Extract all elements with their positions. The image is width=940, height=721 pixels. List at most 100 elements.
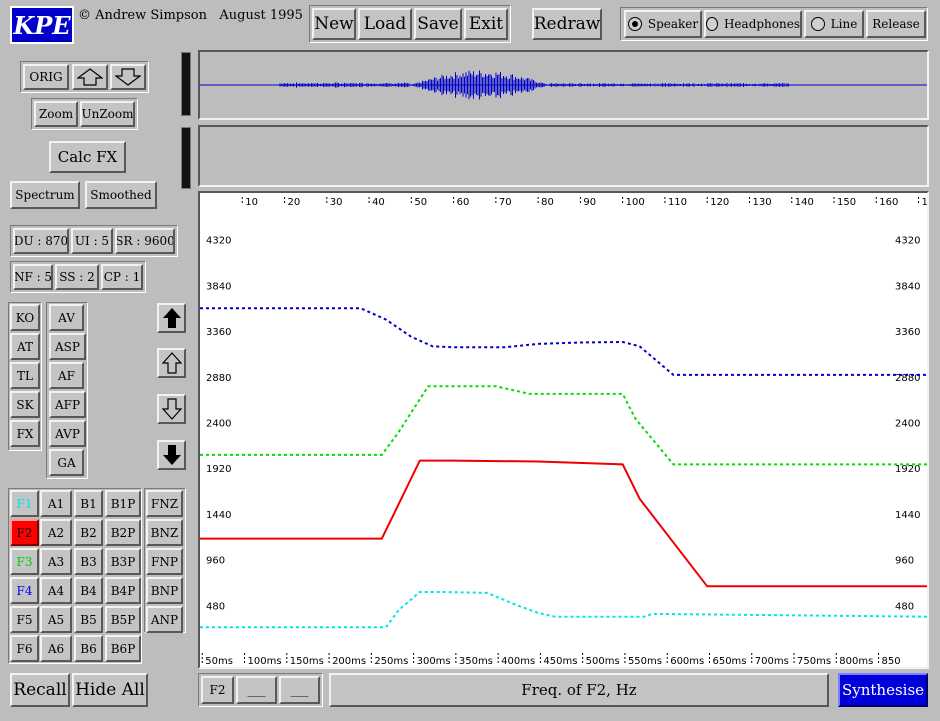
param-sk-button[interactable]: SK [10, 391, 40, 418]
info-du: DU : 870 [13, 228, 69, 254]
param-a5-button[interactable]: A5 [40, 606, 72, 633]
y-tick-label-left: 2400 [206, 418, 231, 429]
synthesise-button[interactable]: Synthesise [838, 673, 928, 707]
waveform-panel[interactable] [198, 50, 929, 120]
y-tick-label-left: 4320 [206, 236, 231, 247]
headphones-radio[interactable]: Headphones [704, 10, 802, 38]
decrease-large-button[interactable] [157, 440, 186, 470]
info-nf: NF : 5 [13, 264, 53, 290]
spectrum-button[interactable]: Spectrum [10, 181, 80, 209]
series-f1-line[interactable] [200, 591, 927, 629]
param-at-button[interactable]: AT [10, 333, 40, 360]
param-afp-button[interactable]: AFP [49, 391, 86, 418]
param-fx-button[interactable]: FX [10, 420, 40, 447]
scroll-down-button[interactable] [110, 64, 146, 90]
top-tick-label: 130 [752, 197, 771, 208]
param-b5p-button[interactable]: B5P [105, 606, 141, 633]
y-tick-label-right: 3840 [895, 281, 920, 292]
release-button[interactable]: Release [866, 10, 926, 38]
bottom-tick-label: 400ms [501, 656, 535, 667]
param-fnz-button[interactable]: FNZ [146, 490, 183, 517]
y-tick-label-right: 3360 [895, 327, 920, 338]
y-tick-label-left: 1440 [206, 510, 231, 521]
param-avp-button[interactable]: AVP [49, 420, 86, 447]
calc-fx-button[interactable]: Calc FX [49, 141, 126, 173]
top-tick-label: 10 [245, 197, 258, 208]
y-tick-label-right: 480 [895, 601, 914, 612]
param-ko-button[interactable]: KO [10, 304, 40, 331]
increase-small-button[interactable] [157, 348, 186, 378]
decrease-small-button[interactable] [157, 394, 186, 424]
parameter-plot-panel[interactable]: 10 20 30 40 50 60 70 80 90 100 110 120 130 140 150 160 1… [198, 191, 929, 669]
top-tick-label: 140 [795, 197, 814, 208]
param-b4p-button[interactable]: B4P [105, 577, 141, 604]
param-slot-1[interactable]: F2 [201, 676, 234, 704]
smoothed-button[interactable]: Smoothed [85, 181, 157, 209]
param-b1-button[interactable]: B1 [74, 490, 103, 517]
param-a6-button[interactable]: A6 [40, 635, 72, 662]
param-bnp-button[interactable]: BNP [146, 577, 183, 604]
param-f1-button[interactable]: F1 [10, 490, 39, 517]
param-b1p-button[interactable]: B1P [105, 490, 141, 517]
param-asp-button[interactable]: ASP [49, 333, 86, 360]
unzoom-button[interactable]: UnZoom [80, 101, 135, 127]
param-f5-button[interactable]: F5 [10, 606, 39, 633]
arrow-down-outline-icon [115, 68, 141, 86]
param-a3-button[interactable]: A3 [40, 548, 72, 575]
series-f4-line[interactable] [200, 307, 927, 376]
param-af-button[interactable]: AF [49, 362, 84, 389]
y-tick-label-left: 960 [206, 556, 225, 567]
param-a1-button[interactable]: A1 [40, 490, 72, 517]
line-radio[interactable]: Line [804, 10, 864, 38]
param-f6-button[interactable]: F6 [10, 635, 39, 662]
save-button[interactable]: Save [414, 8, 462, 40]
zoom-button[interactable]: Zoom [34, 101, 78, 127]
param-slot-3[interactable]: ___ [279, 676, 320, 704]
spectrum-panel[interactable] [198, 125, 929, 187]
series-f2-line[interactable] [200, 459, 927, 588]
orig-button[interactable]: ORIG [23, 64, 69, 90]
y-tick-label-right: 1920 [895, 464, 920, 475]
param-fnp-button[interactable]: FNP [146, 548, 183, 575]
bottom-tick-label: 650ms [712, 656, 746, 667]
status-text: Freq. of F2, Hz [329, 673, 829, 707]
info-sr: SR : 9600 [115, 228, 175, 254]
param-bnz-button[interactable]: BNZ [146, 519, 183, 546]
param-b6p-button[interactable]: B6P [105, 635, 141, 662]
param-f3-button[interactable]: F3 [10, 548, 39, 575]
param-b4-button[interactable]: B4 [74, 577, 103, 604]
param-f2-button[interactable]: F2 [10, 519, 39, 546]
hide-all-button[interactable]: Hide All [72, 673, 148, 707]
redraw-button[interactable]: Redraw [532, 8, 602, 40]
new-button[interactable]: New [312, 8, 356, 40]
bottom-tick-label: 700ms [755, 656, 789, 667]
bottom-tick-label: 850 [882, 656, 901, 667]
param-b6-button[interactable]: B6 [74, 635, 103, 662]
param-b2-button[interactable]: B2 [74, 519, 103, 546]
param-a4-button[interactable]: A4 [40, 577, 72, 604]
scroll-up-button[interactable] [72, 64, 108, 90]
bottom-tick-label: 750ms [797, 656, 831, 667]
load-button[interactable]: Load [358, 8, 412, 40]
series-f3-line[interactable] [200, 385, 927, 466]
param-b3p-button[interactable]: B3P [105, 548, 141, 575]
param-anp-button[interactable]: ANP [146, 606, 183, 633]
parameter-plot[interactable]: 10 20 30 40 50 60 70 80 90 100 110 120 130 140 150 160 1… [200, 193, 927, 667]
param-f4-button[interactable]: F4 [10, 577, 39, 604]
exit-button[interactable]: Exit [464, 8, 508, 40]
param-ga-button[interactable]: GA [49, 449, 84, 476]
param-a2-button[interactable]: A2 [40, 519, 72, 546]
param-av-button[interactable]: AV [49, 304, 84, 331]
param-slot-2[interactable]: ___ [236, 676, 277, 704]
recall-button[interactable]: Recall [10, 673, 70, 707]
param-b3-button[interactable]: B3 [74, 548, 103, 575]
increase-large-button[interactable] [157, 303, 186, 333]
arrow-up-outline-icon [161, 352, 182, 374]
param-b5-button[interactable]: B5 [74, 606, 103, 633]
radio-empty-icon [810, 17, 825, 31]
arrow-up-filled-icon [162, 308, 181, 328]
speaker-radio[interactable]: Speaker [624, 10, 702, 38]
param-b2p-button[interactable]: B2P [105, 519, 141, 546]
bottom-tick-label: 450ms [543, 656, 577, 667]
param-tl-button[interactable]: TL [10, 362, 40, 389]
